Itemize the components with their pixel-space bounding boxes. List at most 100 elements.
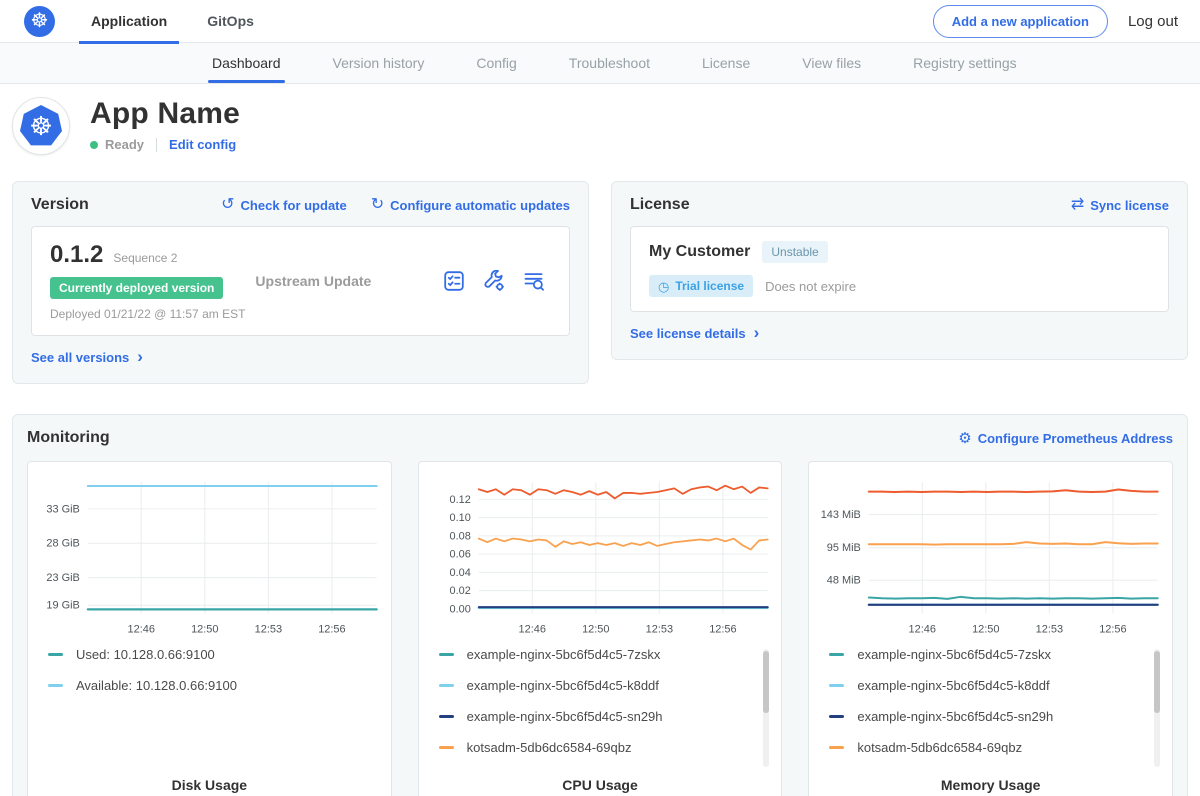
chart-legend: example-nginx-5bc6f5d4c5-7zskx example-ng…	[829, 647, 1162, 773]
tab-label: Version history	[333, 55, 425, 71]
view-deploy-logs-icon[interactable]	[523, 270, 545, 292]
clock-refresh-icon: ↻	[371, 197, 384, 213]
see-all-versions-link[interactable]: See all versions ›	[31, 349, 143, 366]
legend-item: kotsadm-5db6dc6584-69qbz	[439, 740, 772, 755]
svg-text:12:46: 12:46	[909, 623, 936, 635]
svg-text:28 GiB: 28 GiB	[46, 538, 79, 550]
nav-tab-label: Application	[91, 13, 167, 29]
sequence-label: Sequence 2	[113, 251, 177, 265]
logout-link[interactable]: Log out	[1128, 13, 1186, 30]
legend-label: kotsadm-5db6dc6584-69qbz	[467, 740, 632, 755]
deployed-status-badge: Currently deployed version	[50, 277, 223, 299]
legend-scrollbar-track[interactable]	[763, 649, 769, 767]
svg-text:12:50: 12:50	[191, 623, 218, 635]
legend-color-dash-icon	[829, 653, 844, 656]
tab-troubleshoot[interactable]: Troubleshoot	[567, 43, 652, 83]
legend-scrollbar-thumb[interactable]	[763, 651, 769, 713]
svg-text:12:50: 12:50	[582, 623, 609, 635]
configure-automatic-updates-link[interactable]: ↻ Configure automatic updates	[371, 197, 570, 213]
chart-title: CPU Usage	[425, 777, 776, 793]
svg-text:33 GiB: 33 GiB	[46, 503, 79, 515]
add-application-button[interactable]: Add a new application	[933, 5, 1108, 38]
preflight-checks-icon[interactable]	[443, 270, 465, 292]
link-label: See all versions	[31, 350, 129, 365]
svg-text:12:46: 12:46	[128, 623, 155, 635]
check-for-update-link[interactable]: ↺ Check for update	[221, 197, 347, 213]
helm-wheel-glyph: ☸	[31, 11, 49, 31]
legend-scrollbar-track[interactable]	[1154, 649, 1160, 767]
tab-dashboard[interactable]: Dashboard	[210, 43, 283, 83]
tab-view-files[interactable]: View files	[800, 43, 863, 83]
memory-usage-plot: 48 MiB95 MiB143 MiB12:4612:5012:5312:56	[815, 472, 1166, 639]
chart-title: Disk Usage	[34, 777, 385, 793]
svg-text:0.06: 0.06	[449, 549, 470, 561]
tab-version-history[interactable]: Version history	[331, 43, 427, 83]
legend-color-dash-icon	[829, 684, 844, 687]
memory-usage-chart-card: 48 MiB95 MiB143 MiB12:4612:5012:5312:56 …	[808, 461, 1173, 796]
svg-text:95 MiB: 95 MiB	[827, 542, 861, 554]
legend-label: Available: 10.128.0.66:9100	[76, 678, 237, 693]
line-chart: 19 GiB23 GiB28 GiB33 GiB12:4612:5012:531…	[34, 472, 385, 639]
disk-usage-plot: 19 GiB23 GiB28 GiB33 GiB12:4612:5012:531…	[34, 472, 385, 639]
legend-color-dash-icon	[48, 653, 63, 656]
svg-text:12:53: 12:53	[1036, 623, 1063, 635]
svg-text:48 MiB: 48 MiB	[827, 575, 861, 587]
version-source-label: Upstream Update	[255, 273, 443, 289]
configure-prometheus-link[interactable]: ⚙ Configure Prometheus Address	[958, 431, 1173, 446]
svg-text:0.12: 0.12	[449, 494, 470, 506]
tab-config[interactable]: Config	[474, 43, 518, 83]
svg-text:12:56: 12:56	[1100, 623, 1127, 635]
channel-badge: Unstable	[762, 241, 827, 263]
edit-config-values-icon[interactable]	[483, 270, 505, 292]
svg-text:0.00: 0.00	[449, 603, 470, 615]
svg-text:0.08: 0.08	[449, 530, 470, 542]
page-title: App Name	[90, 97, 240, 131]
nav-tab-label: GitOps	[207, 13, 254, 29]
svg-text:19 GiB: 19 GiB	[46, 600, 79, 612]
status-dot-icon	[90, 141, 98, 149]
see-license-details-link[interactable]: See license details ›	[630, 325, 759, 342]
tab-license[interactable]: License	[700, 43, 752, 83]
svg-text:12:46: 12:46	[518, 623, 545, 635]
legend-color-dash-icon	[48, 684, 63, 687]
monitoring-title: Monitoring	[27, 429, 110, 447]
license-card-title: License	[630, 196, 690, 214]
legend-item: kotsadm-5db6dc6584-69qbz	[829, 740, 1162, 755]
legend-item: example-nginx-5bc6f5d4c5-sn29h	[439, 709, 772, 724]
gear-icon: ⚙	[958, 431, 971, 446]
legend-item: example-nginx-5bc6f5d4c5-7zskx	[829, 647, 1162, 662]
badge-label: Trial license	[675, 279, 744, 293]
legend-scrollbar-thumb[interactable]	[1154, 651, 1160, 713]
monitoring-section: Monitoring ⚙ Configure Prometheus Addres…	[12, 414, 1188, 796]
status-badge: Ready	[105, 137, 144, 152]
svg-text:12:53: 12:53	[255, 623, 282, 635]
link-label: Configure automatic updates	[390, 198, 570, 213]
license-card: License ⇄ Sync license My Customer Unsta…	[611, 181, 1188, 360]
link-label: Sync license	[1090, 198, 1169, 213]
link-label: Configure Prometheus Address	[978, 431, 1173, 446]
legend-label: example-nginx-5bc6f5d4c5-7zskx	[857, 647, 1051, 662]
legend-label: example-nginx-5bc6f5d4c5-k8ddf	[467, 678, 659, 693]
kubernetes-app-icon: ☸	[20, 105, 62, 147]
legend-item: example-nginx-5bc6f5d4c5-7zskx	[439, 647, 772, 662]
edit-config-link[interactable]: Edit config	[169, 137, 236, 152]
svg-text:12:56: 12:56	[318, 623, 345, 635]
link-label: See license details	[630, 326, 746, 341]
sync-license-link[interactable]: ⇄ Sync license	[1071, 197, 1169, 213]
legend-item: example-nginx-5bc6f5d4c5-sn29h	[829, 709, 1162, 724]
legend-color-dash-icon	[439, 653, 454, 656]
license-expiry: Does not expire	[765, 279, 856, 294]
legend-label: Used: 10.128.0.66:9100	[76, 647, 215, 662]
customer-name: My Customer	[649, 243, 750, 261]
legend-label: example-nginx-5bc6f5d4c5-sn29h	[467, 709, 663, 724]
legend-item: Available: 10.128.0.66:9100	[48, 678, 381, 693]
tab-label: View files	[802, 55, 861, 71]
nav-tab-application[interactable]: Application	[77, 0, 181, 43]
tab-label: Troubleshoot	[569, 55, 650, 71]
tab-registry-settings[interactable]: Registry settings	[911, 43, 1018, 83]
line-chart: 0.000.020.040.060.080.100.1212:4612:5012…	[425, 472, 776, 639]
legend-label: kotsadm-5db6dc6584-69qbz	[857, 740, 1022, 755]
legend-color-dash-icon	[439, 715, 454, 718]
nav-tab-gitops[interactable]: GitOps	[193, 0, 268, 43]
version-card-title: Version	[31, 196, 89, 214]
